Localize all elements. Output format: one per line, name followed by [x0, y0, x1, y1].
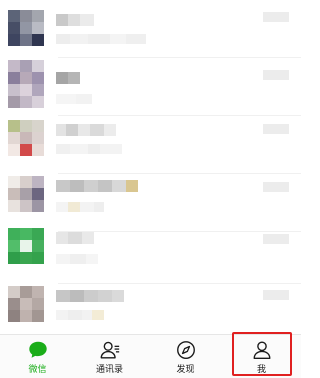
- chat-list-item[interactable]: [0, 282, 301, 334]
- chat-name-obscured: [56, 180, 138, 192]
- chat-list-item[interactable]: [0, 116, 301, 174]
- avatar: [8, 228, 44, 264]
- person-icon: [253, 341, 270, 359]
- chat-name-obscured: [56, 72, 80, 84]
- chat-list-item[interactable]: [0, 174, 301, 232]
- avatar: [8, 176, 44, 212]
- chat-preview-obscured: [56, 202, 104, 212]
- chat-time-obscured: [263, 234, 289, 244]
- chat-list-item[interactable]: [0, 226, 301, 284]
- tab-me-label: 我: [256, 364, 266, 374]
- chat-name-obscured: [56, 290, 124, 302]
- tab-chats-label: 微信: [28, 364, 47, 374]
- tab-contacts[interactable]: 通讯录: [72, 335, 147, 378]
- chat-preview-obscured: [56, 34, 146, 44]
- tab-discover[interactable]: 发现: [148, 335, 223, 378]
- chat-name-obscured: [56, 232, 94, 244]
- avatar: [8, 286, 44, 326]
- avatar: [8, 120, 44, 156]
- tab-contacts-label: 通讯录: [95, 364, 123, 374]
- chat-preview-obscured: [56, 254, 98, 264]
- chat-list-item[interactable]: [0, 0, 301, 58]
- chat-name-obscured: [56, 14, 94, 26]
- compass-icon: [176, 341, 195, 359]
- chat-preview-obscured: [56, 94, 92, 104]
- chat-time-obscured: [263, 70, 289, 80]
- tab-me[interactable]: 我: [224, 335, 299, 378]
- chat-list: [0, 0, 301, 334]
- chat-time-obscured: [263, 182, 289, 192]
- chat-time-obscured: [263, 290, 289, 300]
- chat-preview-obscured: [56, 310, 104, 320]
- tab-discover-label: 发现: [176, 364, 195, 374]
- contacts-icon: [100, 341, 119, 359]
- bottom-tab-bar: 微信 通讯录 发现 我: [0, 334, 301, 378]
- avatar: [8, 10, 44, 46]
- chat-time-obscured: [263, 12, 289, 22]
- chat-preview-obscured: [56, 144, 122, 154]
- chat-list-item[interactable]: [0, 58, 301, 116]
- avatar: [8, 60, 44, 108]
- tab-chats[interactable]: 微信: [0, 335, 75, 378]
- chat-time-obscured: [263, 124, 289, 134]
- chat-bubble-icon: [28, 341, 47, 358]
- chat-name-obscured: [56, 124, 116, 136]
